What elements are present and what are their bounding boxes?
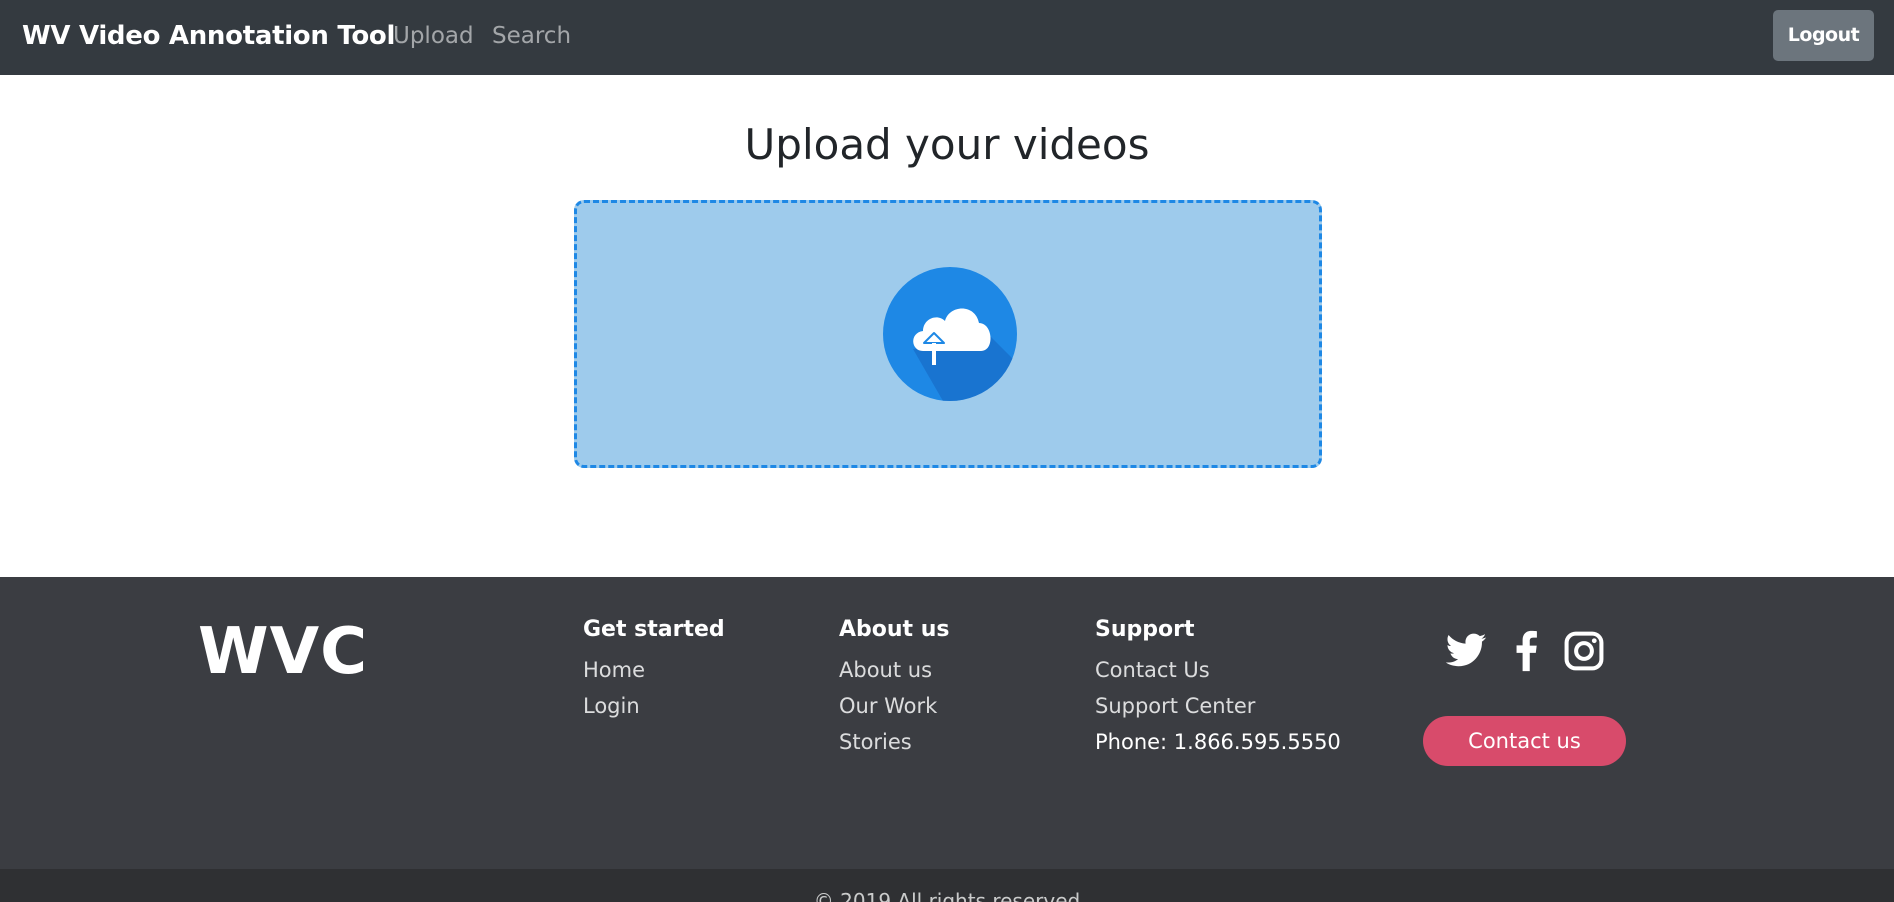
footer-link-our-work[interactable]: Our Work bbox=[839, 688, 949, 724]
nav-link-search[interactable]: Search bbox=[492, 23, 571, 49]
footer-link-login[interactable]: Login bbox=[583, 688, 725, 724]
instagram-icon[interactable] bbox=[1562, 629, 1606, 673]
page-title: Upload your videos bbox=[744, 120, 1150, 169]
footer-link-home[interactable]: Home bbox=[583, 652, 725, 688]
footer-heading: Get started bbox=[583, 617, 725, 642]
copyright-bar: © 2019 All rights reserved bbox=[0, 869, 1894, 902]
top-navbar: WV Video Annotation Tool Upload Search L… bbox=[0, 0, 1894, 75]
footer-link-contact-us[interactable]: Contact Us bbox=[1095, 652, 1341, 688]
cloud-upload-icon bbox=[883, 267, 1017, 401]
copyright-text: © 2019 All rights reserved bbox=[813, 889, 1081, 902]
footer-column-get-started: Get started Home Login bbox=[583, 617, 725, 724]
logout-button[interactable]: Logout bbox=[1773, 10, 1874, 61]
footer-link-stories[interactable]: Stories bbox=[839, 724, 949, 760]
footer-heading: About us bbox=[839, 617, 950, 642]
brand-title[interactable]: WV Video Annotation Tool bbox=[22, 21, 395, 51]
footer-link-support-center[interactable]: Support Center bbox=[1095, 688, 1341, 724]
footer-link-about-us[interactable]: About us bbox=[839, 652, 949, 688]
footer-phone: Phone: 1.866.595.5550 bbox=[1095, 730, 1341, 754]
facebook-icon[interactable] bbox=[1505, 629, 1549, 673]
footer-column-about-us: About us About us Our Work Stories bbox=[839, 617, 949, 760]
twitter-icon[interactable] bbox=[1444, 629, 1488, 673]
footer-column-support: Support Contact Us Support Center Phone:… bbox=[1095, 617, 1341, 760]
upload-dropzone[interactable] bbox=[574, 200, 1322, 468]
nav-link-upload[interactable]: Upload bbox=[393, 23, 474, 49]
footer-heading: Support bbox=[1095, 617, 1195, 642]
contact-us-button[interactable]: Contact us bbox=[1423, 716, 1626, 766]
footer-logo: WVC bbox=[198, 615, 369, 689]
site-footer: WVC Get started Home Login About us Abou… bbox=[0, 577, 1894, 869]
